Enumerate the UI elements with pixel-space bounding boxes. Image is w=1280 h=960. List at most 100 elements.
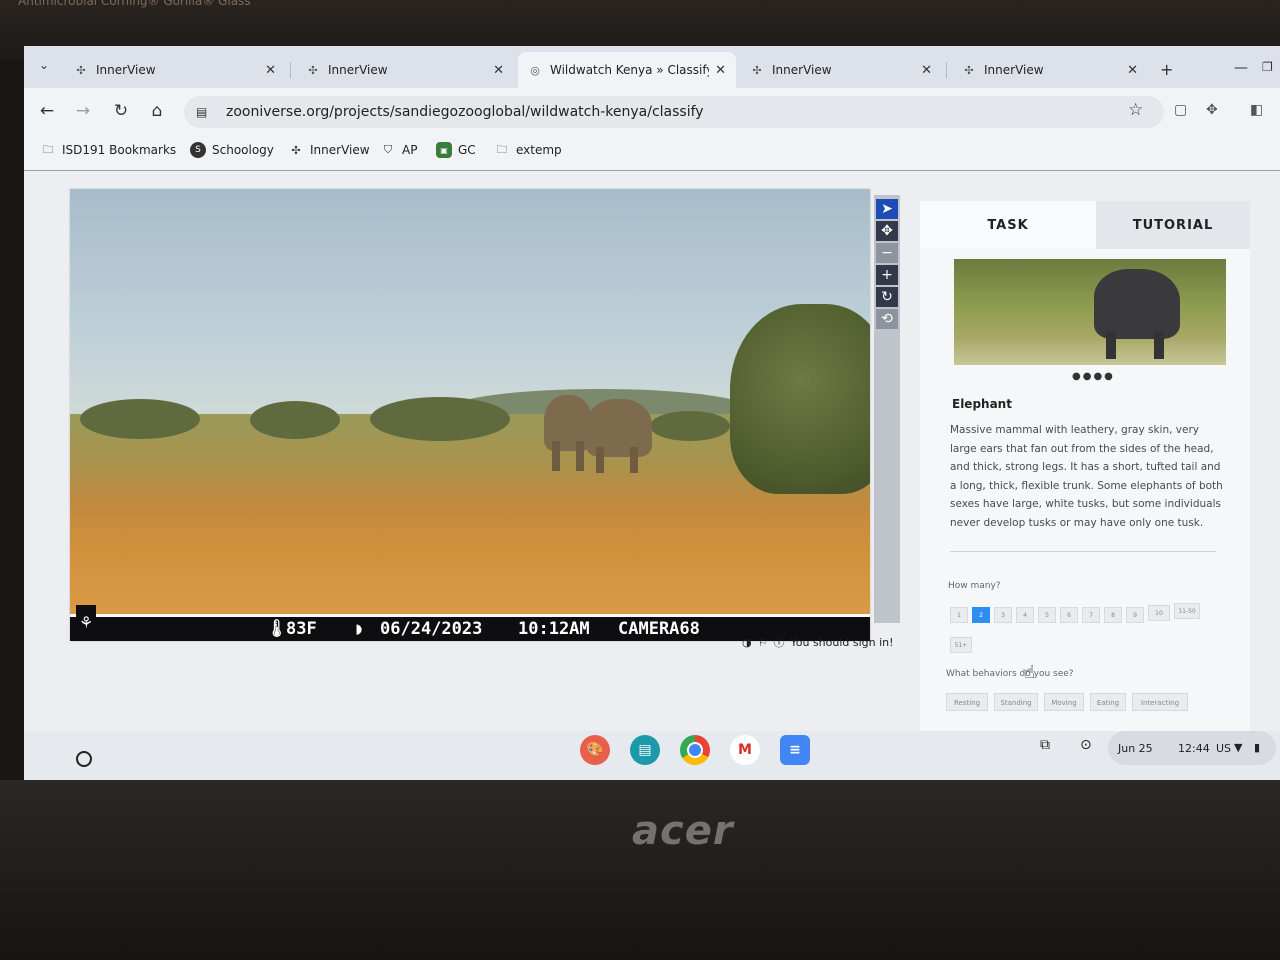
- bookmark-innerview[interactable]: ✣ InnerView: [288, 142, 369, 158]
- capture-time: 10:12AM: [518, 619, 590, 639]
- hand-cursor-icon: ☝: [1024, 662, 1035, 683]
- tab-wildwatch-kenya[interactable]: ◎ Wildwatch Kenya » Classify ✕: [518, 52, 736, 88]
- record-icon[interactable]: ⊙: [1080, 737, 1092, 753]
- canvas-app-icon[interactable]: 🎨: [580, 735, 610, 765]
- bookmark-ap[interactable]: ⛉ AP: [380, 142, 418, 158]
- docs-app-icon[interactable]: ≡: [780, 735, 810, 765]
- bookmark-star-icon[interactable]: ☆: [1128, 100, 1143, 120]
- classify-page: 🌡 83F ◗ 06/24/2023 10:12AM CAMERA68 ⚘ ➤ …: [24, 171, 1280, 731]
- bush: [370, 397, 510, 441]
- home-button[interactable]: ⌂: [146, 100, 168, 122]
- acacia-tree: [730, 304, 870, 494]
- behavior-option[interactable]: Standing: [994, 693, 1038, 711]
- pan-tool-icon[interactable]: ✥: [876, 221, 898, 241]
- tab-innerview-1[interactable]: ✣ InnerView ✕: [64, 52, 286, 88]
- count-option[interactable]: 6: [1060, 607, 1078, 623]
- innerview-icon: ✣: [964, 63, 974, 77]
- bookmark-label: Schoology: [212, 143, 274, 157]
- minimize-button[interactable]: —: [1234, 60, 1248, 76]
- tab-innerview-3[interactable]: ✣ InnerView ✕: [740, 52, 942, 88]
- forward-button[interactable]: →: [72, 100, 94, 122]
- behavior-option[interactable]: Interacting: [1132, 693, 1188, 711]
- temperature: 83F: [286, 619, 317, 639]
- new-tab-button[interactable]: +: [1160, 60, 1173, 79]
- tab-innerview-4[interactable]: ✣ InnerView ✕: [952, 52, 1148, 88]
- count-option[interactable]: 5: [1038, 607, 1056, 623]
- tab-tutorial[interactable]: TUTORIAL: [1096, 201, 1250, 249]
- divider: [950, 551, 1216, 552]
- gmail-app-icon[interactable]: M: [730, 735, 760, 765]
- close-icon[interactable]: ✕: [715, 63, 726, 78]
- behavior-option[interactable]: Resting: [946, 693, 988, 711]
- behaviors-label: What behaviors do you see?: [946, 669, 1074, 679]
- folder-bookmark-icon: 🗀: [42, 142, 54, 156]
- innerview-icon: ✣: [752, 63, 762, 77]
- close-icon[interactable]: ✕: [1127, 63, 1138, 78]
- close-icon[interactable]: ✕: [265, 63, 276, 78]
- toolbar: ← → ↻ ⌂ ▤ zooniverse.org/projects/sandie…: [24, 88, 1280, 134]
- flag-icon[interactable]: ⚐: [758, 636, 768, 649]
- tab-separator: [290, 62, 291, 78]
- count-option[interactable]: 3: [994, 607, 1012, 623]
- extension-icon[interactable]: ▢: [1174, 102, 1187, 118]
- sign-in-notice[interactable]: You should sign in!: [790, 636, 893, 649]
- count-option[interactable]: 4: [1016, 607, 1034, 623]
- count-option[interactable]: 11-50: [1174, 603, 1200, 619]
- bookmark-schoology[interactable]: S Schoology: [190, 142, 274, 158]
- capture-date: 06/24/2023: [380, 619, 483, 639]
- address-bar[interactable]: ▤ zooniverse.org/projects/sandiegozooglo…: [184, 96, 1164, 128]
- site-info-icon[interactable]: ▤: [196, 105, 212, 119]
- zoom-in-icon[interactable]: +: [876, 265, 898, 285]
- camera-id: CAMERA68: [618, 619, 700, 639]
- tab-innerview-2[interactable]: ✣ InnerView ✕: [296, 52, 514, 88]
- contrast-icon[interactable]: ◑: [742, 636, 752, 649]
- close-icon[interactable]: ✕: [921, 63, 932, 78]
- count-option[interactable]: 10: [1148, 605, 1170, 621]
- bookmark-extemp[interactable]: 🗀 extemp: [494, 142, 562, 158]
- bookmarks-bar: 🗀 ISD191 Bookmarks S Schoology ✣ InnerVi…: [24, 134, 1280, 171]
- carousel-dots[interactable]: ●●●●: [1072, 371, 1115, 382]
- count-option[interactable]: 51+: [950, 637, 972, 653]
- url-text: zooniverse.org/projects/sandiegozoogloba…: [226, 104, 704, 120]
- count-option[interactable]: 1: [950, 607, 968, 623]
- tab-title: InnerView: [984, 63, 1044, 77]
- classroom-app-icon[interactable]: ▤: [630, 735, 660, 765]
- zooniverse-icon: ◎: [530, 63, 540, 77]
- chrome-app-icon[interactable]: [680, 735, 710, 765]
- behavior-option[interactable]: Moving: [1044, 693, 1084, 711]
- elephant-leg: [576, 441, 584, 471]
- tab-task[interactable]: TASK: [920, 201, 1096, 249]
- elephant-leg: [630, 447, 638, 473]
- count-option-selected[interactable]: 2: [972, 607, 990, 623]
- ap-icon: ⛉: [383, 143, 393, 156]
- os-shelf: 🎨 ▤ M ≡ ⧉ ⊙ Jun 25 12:44 US ▼ ▮: [24, 731, 1280, 782]
- bookmark-label: AP: [402, 143, 418, 157]
- reset-icon[interactable]: ⟲: [876, 309, 898, 329]
- pointer-tool-icon[interactable]: ➤: [876, 199, 898, 219]
- side-panel-icon[interactable]: ◧: [1250, 102, 1263, 118]
- rotate-icon[interactable]: ↻: [876, 287, 898, 307]
- elephant-leg: [596, 447, 604, 473]
- bookmark-gc[interactable]: ▣ GC: [436, 142, 476, 158]
- tab-separator: [946, 62, 947, 78]
- maximize-button[interactable]: ❐: [1262, 60, 1273, 74]
- capture-icon[interactable]: ⧉: [1040, 737, 1050, 753]
- tab-search-dropdown-icon[interactable]: ⌄: [34, 58, 54, 78]
- count-option[interactable]: 7: [1082, 607, 1100, 623]
- reload-button[interactable]: ↻: [110, 100, 132, 122]
- bookmark-isd191[interactable]: 🗀 ISD191 Bookmarks: [40, 142, 177, 158]
- extensions-puzzle-icon[interactable]: ✥: [1206, 102, 1218, 118]
- launcher-button[interactable]: [76, 751, 92, 767]
- bezel-text: Antimicrobial Corning® Gorilla® Glass: [18, 0, 251, 8]
- info-icon[interactable]: ⓘ: [773, 634, 784, 650]
- behavior-option[interactable]: Eating: [1090, 693, 1126, 711]
- zoom-out-icon[interactable]: −: [876, 243, 898, 263]
- elephant-silhouette: [1094, 269, 1180, 339]
- back-button[interactable]: ←: [36, 100, 58, 122]
- count-option[interactable]: 8: [1104, 607, 1122, 623]
- close-icon[interactable]: ✕: [493, 63, 504, 78]
- innerview-icon: ✣: [308, 63, 318, 77]
- count-option[interactable]: 9: [1126, 607, 1144, 623]
- innerview-icon: ✣: [291, 143, 301, 157]
- subject-image[interactable]: 🌡 83F ◗ 06/24/2023 10:12AM CAMERA68 ⚘: [70, 189, 870, 641]
